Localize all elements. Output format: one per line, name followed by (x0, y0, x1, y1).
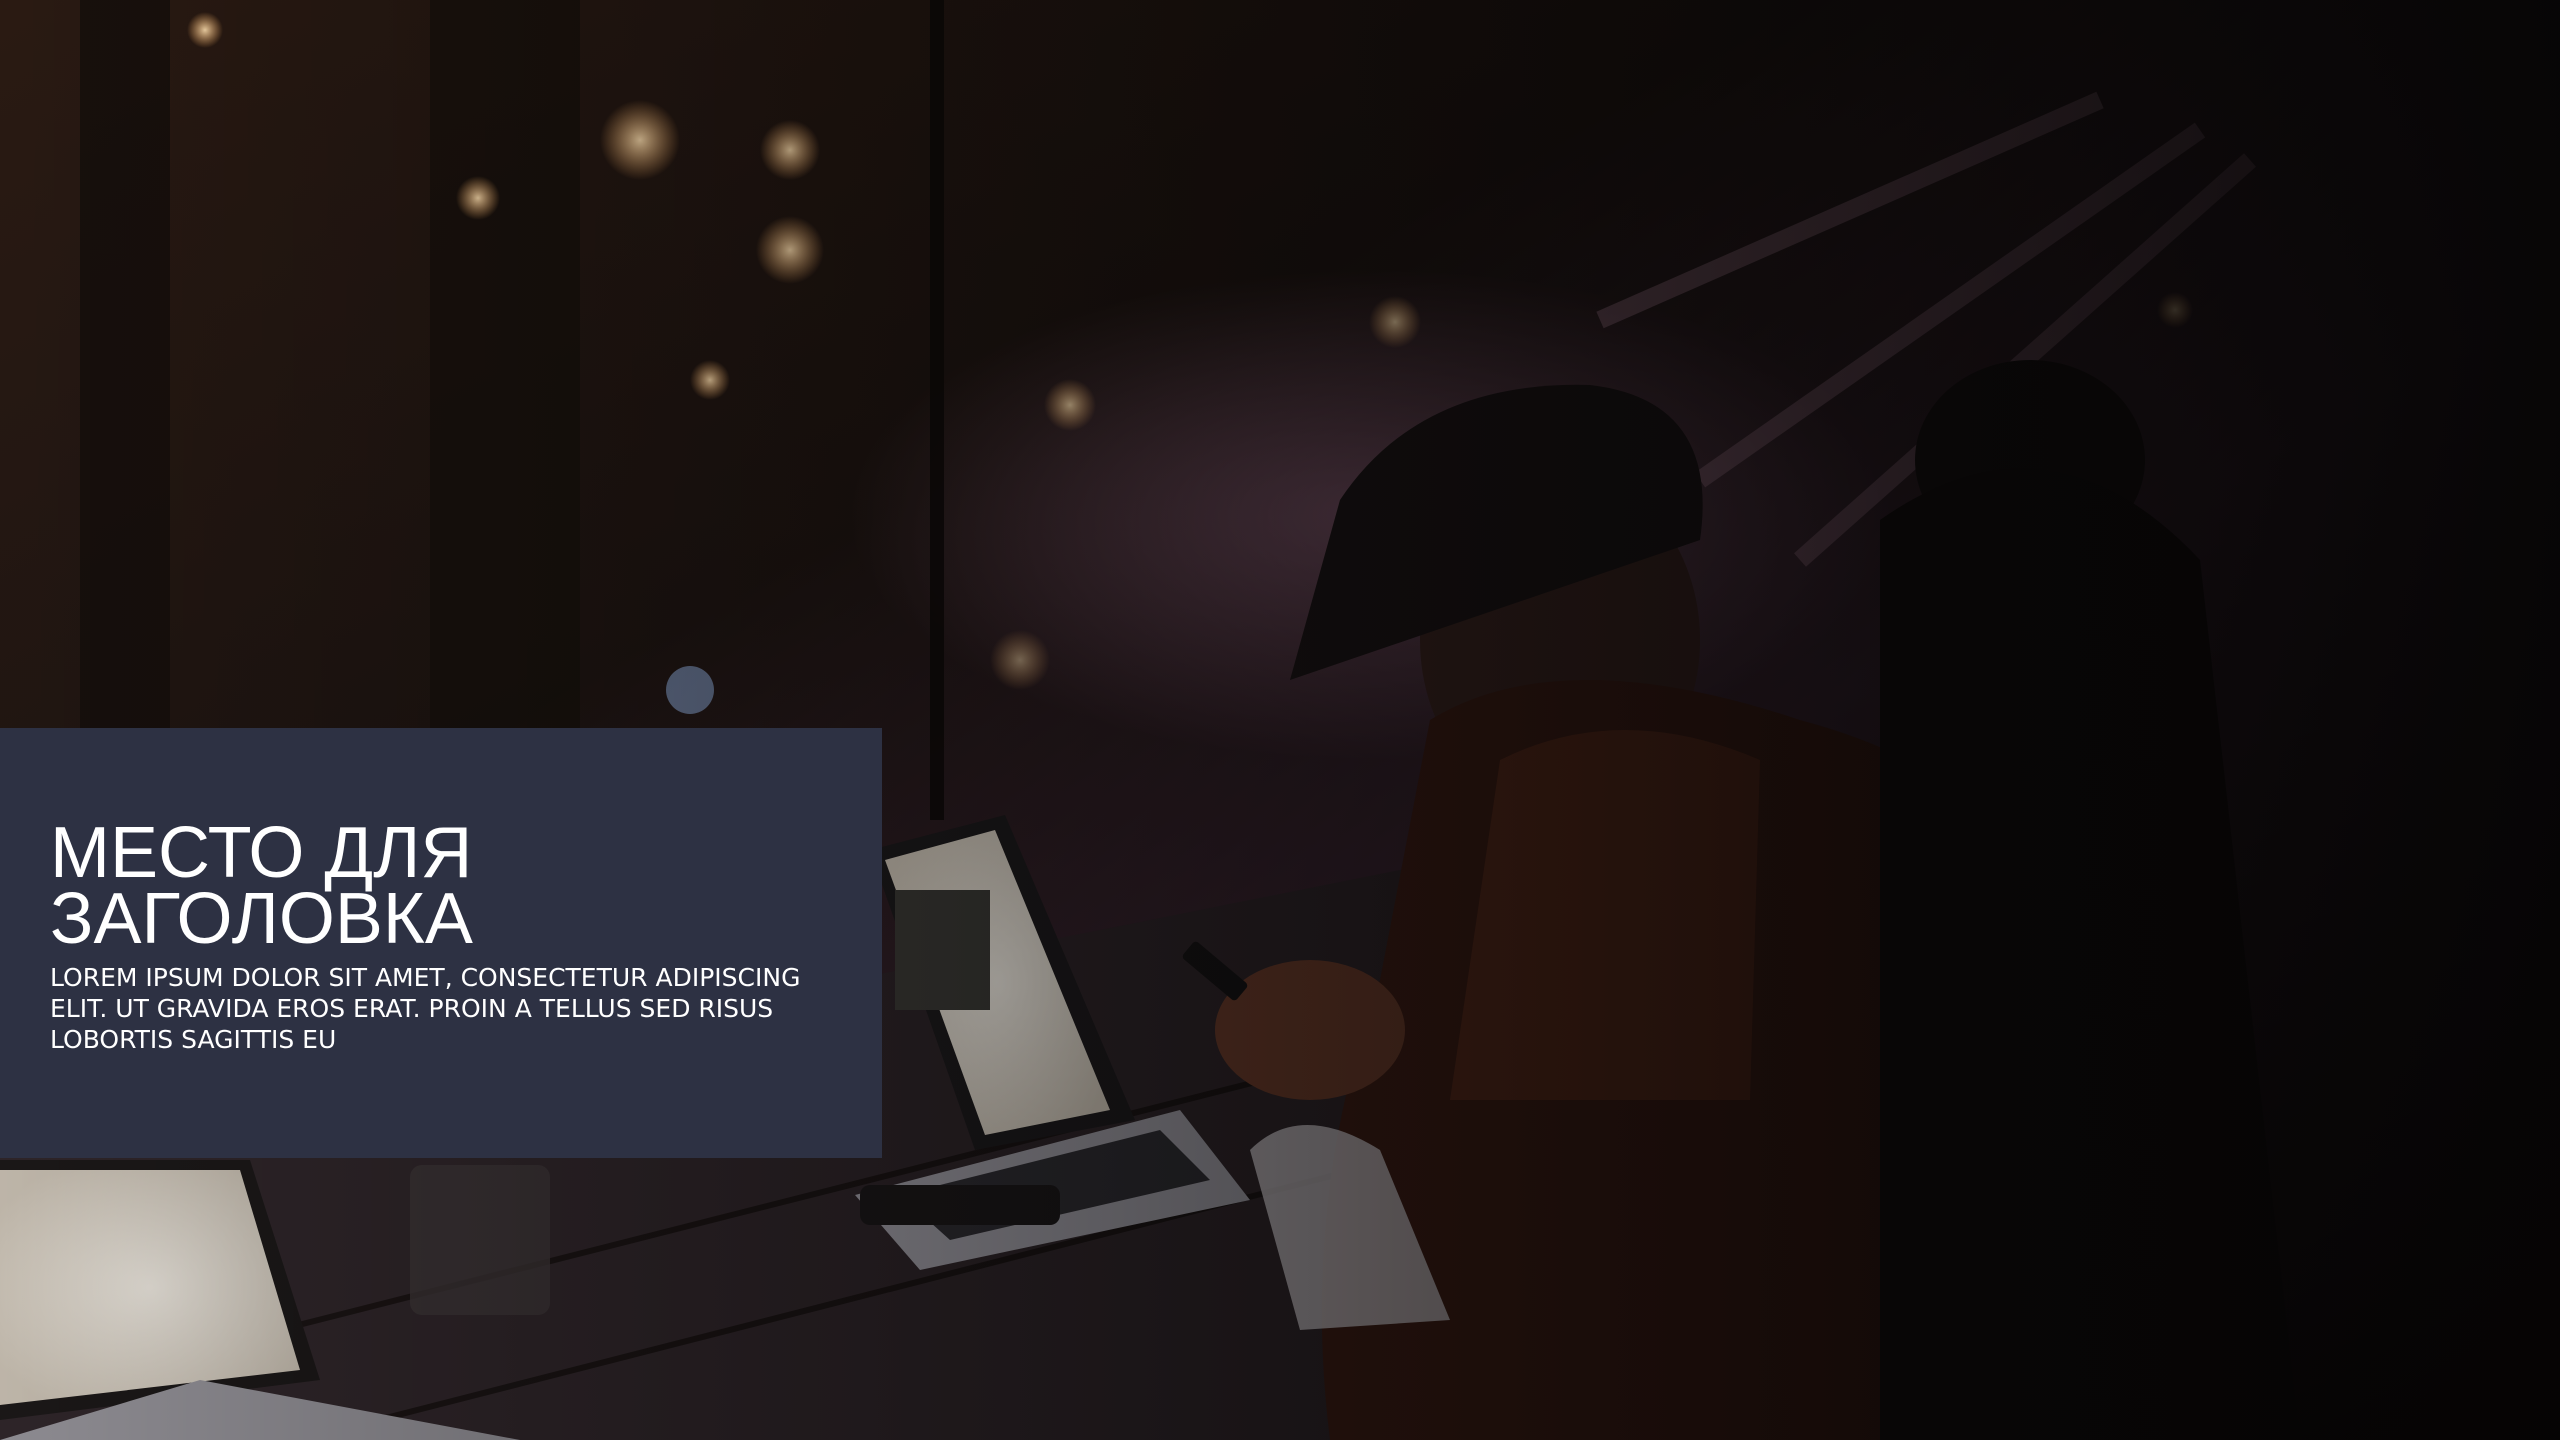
slide: МЕСТО ДЛЯ ЗАГОЛОВКА LOREM IPSUM DOLOR SI… (0, 0, 2560, 1440)
slide-body-text: LOREM IPSUM DOLOR SIT AMET, CONSECTETUR … (50, 963, 801, 1054)
title-panel: МЕСТО ДЛЯ ЗАГОЛОВКА LOREM IPSUM DOLOR SI… (0, 728, 882, 1158)
background-photo (0, 0, 2560, 1440)
slide-title: МЕСТО ДЛЯ ЗАГОЛОВКА (50, 813, 473, 959)
